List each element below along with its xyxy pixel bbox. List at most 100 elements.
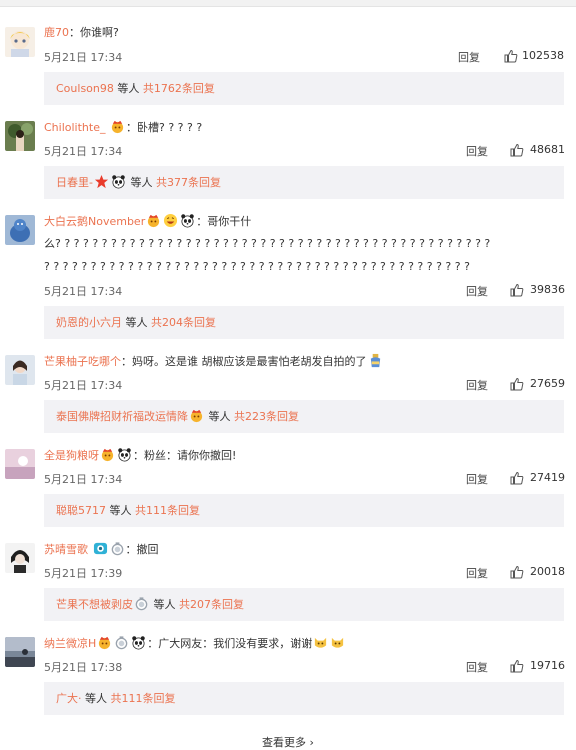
comment-text: 你谁啊? (80, 26, 119, 39)
like-count: 27419 (530, 471, 565, 484)
reply-author[interactable]: 奶恩的小六月 (56, 316, 122, 329)
avatar[interactable] (5, 543, 35, 573)
like-thumb-icon[interactable] (504, 49, 518, 63)
vip-eye-icon (93, 541, 108, 556)
like-count: 39836 (530, 283, 565, 296)
comment-date: 5月21日 17:34 (44, 473, 123, 486)
avatar[interactable] (5, 215, 35, 245)
reply-author[interactable]: 芒果不想被剥皮 (56, 598, 133, 611)
reply-others-text: 等人 (205, 410, 234, 423)
reply-author[interactable]: 泰国佛牌招财祈福改运情降 (56, 410, 188, 423)
medal-ring-icon (134, 596, 149, 611)
comment-author[interactable]: 鹿70 (44, 26, 69, 39)
comment-author[interactable]: Chilolithte_ (44, 121, 105, 134)
avatar[interactable] (5, 121, 35, 151)
replies-summary[interactable]: Coulson98 等人 共1762条回复 (44, 72, 564, 105)
panda-emoji-icon (131, 635, 146, 650)
comment-content: 纳兰微凉H ：广大网友：我们没有要求，谢谢 (44, 635, 346, 652)
panda-emoji-icon (180, 213, 195, 228)
separator: ： (125, 543, 137, 556)
reply-others-text: 等人 (122, 316, 151, 329)
comment-content: 全是狗粮呀 ：粉丝：请你你撤回! (44, 447, 236, 464)
reply-total-link[interactable]: 共111条回复 (111, 692, 176, 705)
reply-total-link[interactable]: 共111条回复 (135, 504, 200, 517)
comment-author[interactable]: 苏晴雪歌 (44, 543, 88, 556)
comment-author[interactable]: 大白云鹅November (44, 215, 145, 228)
comment-text: 粉丝：请你你撤回! (144, 449, 237, 462)
comment-author[interactable]: 纳兰微凉H (44, 637, 96, 650)
like-thumb-icon[interactable] (510, 143, 524, 157)
reply-others-text: 等人 (150, 598, 179, 611)
replies-summary[interactable]: 聪聪5717 等人 共111条回复 (44, 494, 564, 527)
reply-total-link[interactable]: 共377条回复 (156, 176, 221, 189)
separator: ： (147, 637, 159, 650)
top-divider (0, 0, 576, 7)
comment-text-continued: ? ? ? ? ? ? ? ? ? ? ? ? ? ? ? ? ? ? ? ? … (44, 260, 470, 273)
reply-author[interactable]: Coulson98 (56, 82, 114, 95)
reply-others-text: 等人 (106, 504, 135, 517)
comment-content: 芒果柚子吃哪个：妈呀。这是谁 胡椒应该是最害怕老胡发自拍的了 (44, 353, 384, 370)
comment-text: 哥你干什 (207, 215, 252, 228)
replies-summary[interactable]: 奶恩的小六月 等人 共204条回复 (44, 306, 564, 339)
separator: ： (196, 215, 208, 228)
comment-author[interactable]: 芒果柚子吃哪个 (44, 355, 121, 368)
separator: ： (69, 26, 80, 39)
separator: ： (125, 121, 137, 134)
view-more-link[interactable]: 查看更多 › (0, 734, 576, 750)
reply-button[interactable]: 回复 (466, 659, 488, 675)
reply-button[interactable]: 回复 (466, 565, 488, 581)
medal-ring-icon (114, 635, 129, 650)
reply-button[interactable]: 回复 (466, 377, 488, 393)
comment-date: 5月21日 17:34 (44, 51, 123, 64)
comment-date: 5月21日 17:34 (44, 379, 123, 392)
comment-text: 广大网友：我们没有要求，谢谢 (158, 637, 313, 650)
crown-badge-icon (189, 408, 204, 423)
reply-others-text: 等人 (113, 82, 143, 95)
like-thumb-icon[interactable] (510, 659, 524, 673)
comment-date: 5月21日 17:34 (44, 285, 123, 298)
like-thumb-icon[interactable] (510, 377, 524, 391)
crown-badge-icon (146, 213, 161, 228)
reply-button[interactable]: 回复 (466, 143, 488, 159)
like-thumb-icon[interactable] (510, 565, 524, 579)
replies-summary[interactable]: 广大· 等人 共111条回复 (44, 682, 564, 715)
reply-others-text: 等人 (126, 176, 156, 189)
avatar[interactable] (5, 449, 35, 479)
reply-author[interactable]: 广大· (56, 692, 82, 705)
crown-badge-icon (97, 635, 112, 650)
replies-summary[interactable]: 芒果不想被剥皮 等人 共207条回复 (44, 588, 564, 621)
cat-face-emoji-icon (313, 635, 328, 650)
reply-button[interactable]: 回复 (466, 471, 488, 487)
comment-date: 5月21日 17:34 (44, 145, 123, 158)
replies-summary[interactable]: 日春里- 等人 共377条回复 (44, 166, 564, 199)
reply-button[interactable]: 回复 (466, 283, 488, 299)
reply-author[interactable]: 聪聪5717 (56, 504, 106, 517)
reply-total-link[interactable]: 共204条回复 (151, 316, 216, 329)
avatar[interactable] (5, 637, 35, 667)
grin-emoji-icon (163, 213, 178, 228)
cat-face-emoji-icon (330, 635, 345, 650)
bottle-emoji-icon (368, 353, 383, 368)
comment-text-continued: 么? ? ? ? ? ? ? ? ? ? ? ? ? ? ? ? ? ? ? ?… (44, 237, 491, 250)
avatar[interactable] (5, 355, 35, 385)
comment-content: Chilolithte_ ：卧槽? ? ? ? ? (44, 119, 202, 136)
reply-author[interactable]: 日春里- (56, 176, 93, 189)
like-thumb-icon[interactable] (510, 283, 524, 297)
separator: ： (121, 355, 132, 368)
reply-total-link[interactable]: 共1762条回复 (143, 82, 215, 95)
reply-button[interactable]: 回复 (458, 49, 480, 65)
like-count: 27659 (530, 377, 565, 390)
comment-content: 鹿70：你谁啊? (44, 25, 119, 41)
like-thumb-icon[interactable] (510, 471, 524, 485)
reply-total-link[interactable]: 共207条回复 (179, 598, 244, 611)
reply-total-link[interactable]: 共223条回复 (234, 410, 299, 423)
replies-summary[interactable]: 泰国佛牌招财祈福改运情降 等人 共223条回复 (44, 400, 564, 433)
medal-ring-icon (110, 541, 125, 556)
like-count: 20018 (530, 565, 565, 578)
avatar[interactable] (5, 27, 35, 57)
comment-content: 苏晴雪歌 ：撤回 (44, 541, 159, 558)
like-count: 19716 (530, 659, 565, 672)
panda-emoji-icon (111, 174, 126, 189)
comment-author[interactable]: 全是狗粮呀 (44, 449, 99, 462)
star-icon (94, 174, 109, 189)
